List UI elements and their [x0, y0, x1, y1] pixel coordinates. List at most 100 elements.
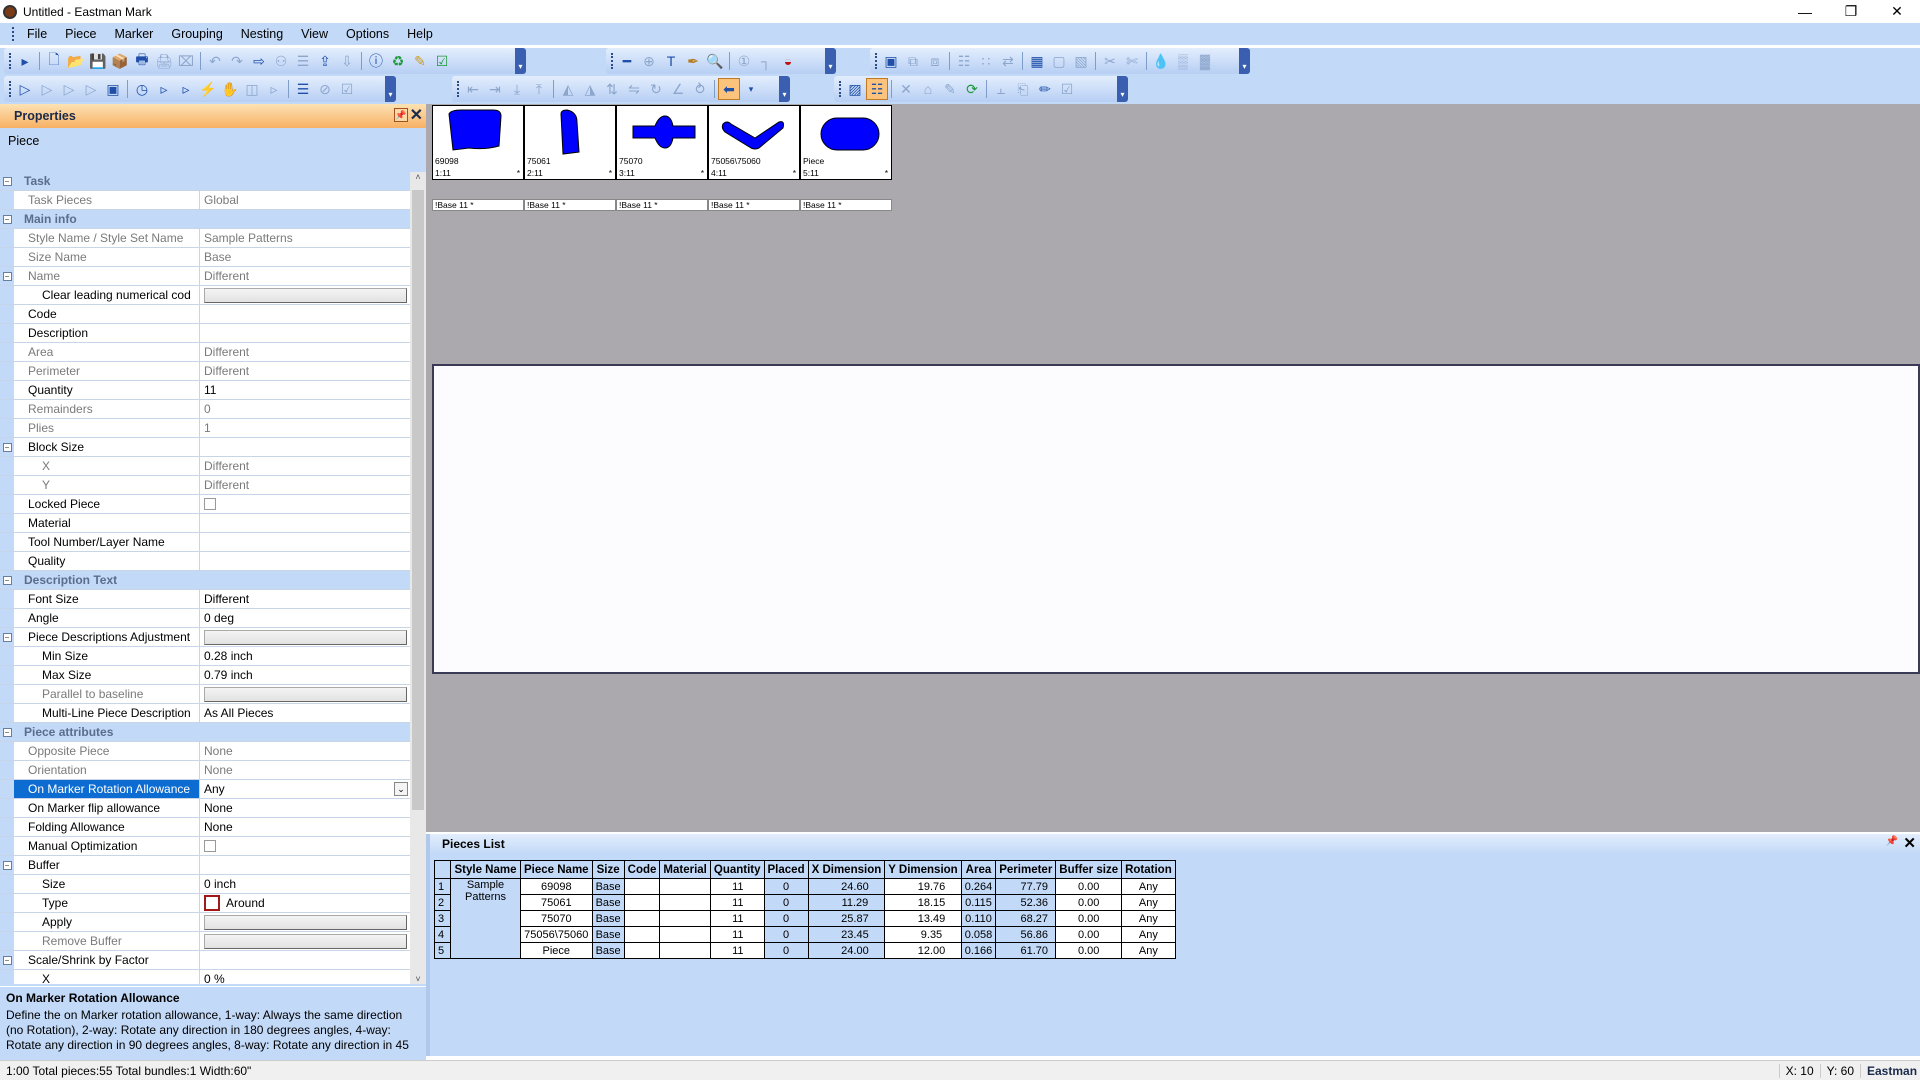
- play-stop-icon[interactable]: ▷: [36, 78, 58, 100]
- text-tool-icon[interactable]: T: [660, 50, 682, 72]
- cell-per[interactable]: 77.79: [995, 878, 1057, 895]
- frame-icon[interactable]: ▢: [1048, 50, 1070, 72]
- property-row[interactable]: Type Around: [0, 894, 410, 913]
- row-number[interactable]: 5: [434, 942, 451, 959]
- restore-button[interactable]: ❐: [1828, 0, 1874, 23]
- minimize-button[interactable]: —: [1782, 0, 1828, 23]
- color-swatch[interactable]: [204, 895, 220, 911]
- cell-area[interactable]: 0.264: [960, 878, 997, 895]
- table-row[interactable]: 4 75056\75060 Base 11 0 23.45 9.35 0.058 56.86 0.…: [434, 926, 1176, 943]
- save-icon[interactable]: 💾: [87, 50, 109, 72]
- cell-code[interactable]: [623, 910, 661, 927]
- collapse-icon[interactable]: −: [2, 955, 12, 965]
- property-row[interactable]: Apply: [0, 913, 410, 932]
- cell-placed[interactable]: 0: [763, 894, 809, 911]
- base-size-label[interactable]: !Base 11 *: [524, 199, 616, 211]
- check-edit-icon[interactable]: ☑: [1056, 78, 1078, 100]
- menu-help[interactable]: Help: [398, 27, 442, 41]
- fabric-settings-icon[interactable]: ▦: [1026, 50, 1048, 72]
- cell-size[interactable]: Base: [591, 942, 625, 959]
- cell-y[interactable]: 19.76: [884, 878, 962, 895]
- new-file-icon[interactable]: 🗋: [43, 50, 65, 72]
- pencil-line-icon[interactable]: ✏: [1034, 78, 1056, 100]
- column-header[interactable]: Area: [960, 860, 997, 879]
- open-folder-icon[interactable]: 📂: [65, 50, 87, 72]
- print-icon[interactable]: 🖶: [131, 50, 153, 72]
- angle-icon[interactable]: ∠: [667, 78, 689, 100]
- property-row[interactable]: X Different: [0, 457, 410, 476]
- toolbar-overflow[interactable]: ▾: [515, 48, 526, 74]
- property-action-button[interactable]: [204, 629, 407, 645]
- property-value[interactable]: Different: [199, 590, 410, 608]
- column-header[interactable]: Placed: [763, 860, 809, 879]
- cell-code[interactable]: [623, 942, 661, 959]
- cell-placed[interactable]: 0: [763, 878, 809, 895]
- property-row[interactable]: Orientation None: [0, 761, 410, 780]
- property-value[interactable]: 1: [199, 419, 410, 437]
- property-value[interactable]: As All Pieces: [199, 704, 410, 722]
- property-row[interactable]: On Marker Rotation Allowance Any ⌄: [0, 780, 410, 799]
- cell-qty[interactable]: 11: [709, 926, 765, 943]
- house-icon[interactable]: ⌂: [917, 78, 939, 100]
- scroll-thumb[interactable]: [412, 190, 424, 810]
- cell-buf[interactable]: 0.00: [1055, 894, 1123, 911]
- cell-piece[interactable]: Piece: [520, 942, 593, 959]
- table-row[interactable]: 1 Sample Patterns 69098 Base 11 0 24.60 19.76 0.…: [434, 878, 1176, 959]
- cell-area[interactable]: 0.115: [960, 894, 997, 911]
- toolbar-grip[interactable]: [875, 53, 877, 69]
- cell-code[interactable]: [623, 878, 661, 895]
- property-value[interactable]: [199, 495, 410, 513]
- bundle-settings-icon[interactable]: ☷: [866, 78, 888, 100]
- property-row[interactable]: Remainders 0: [0, 400, 410, 419]
- property-action-button[interactable]: [204, 933, 407, 949]
- piece-settings-icon[interactable]: ▨: [844, 78, 866, 100]
- redo-icon[interactable]: ↷: [226, 50, 248, 72]
- property-value[interactable]: None: [199, 799, 410, 817]
- property-value[interactable]: 0 inch: [199, 875, 410, 893]
- cut-icon[interactable]: ✂: [1099, 50, 1121, 72]
- property-row[interactable]: On Marker flip allowance None: [0, 799, 410, 818]
- zoom-icon[interactable]: 🔍: [704, 50, 726, 72]
- base-size-label[interactable]: !Base 11 *: [708, 199, 800, 211]
- select-arrow-icon[interactable]: ▸: [14, 50, 36, 72]
- piece-tile[interactable]: 75070 3:11 *: [616, 105, 708, 180]
- property-row[interactable]: Size 0 inch: [0, 875, 410, 894]
- property-row[interactable]: Max Size 0.79 inch: [0, 666, 410, 685]
- property-row[interactable]: − Block Size: [0, 438, 410, 457]
- cell-rot[interactable]: Any: [1121, 878, 1176, 895]
- step-icon[interactable]: ▷: [58, 78, 80, 100]
- property-row[interactable]: Min Size 0.28 inch: [0, 647, 410, 666]
- cell-piece[interactable]: 75070: [520, 910, 593, 927]
- wizard-icon[interactable]: ✎: [409, 50, 431, 72]
- group-icon[interactable]: ⧈: [924, 50, 946, 72]
- column-header[interactable]: Rotation: [1121, 860, 1176, 879]
- cell-y[interactable]: 9.35: [884, 926, 962, 943]
- open-package-icon[interactable]: 📦: [109, 50, 131, 72]
- property-row[interactable]: Quality: [0, 552, 410, 571]
- cell-rot[interactable]: Any: [1121, 942, 1176, 959]
- cell-y[interactable]: 18.15: [884, 894, 962, 911]
- cell-per[interactable]: 52.36: [995, 894, 1057, 911]
- cell-buf[interactable]: 0.00: [1055, 910, 1123, 927]
- property-row[interactable]: Description: [0, 324, 410, 343]
- property-value[interactable]: [199, 324, 410, 342]
- property-value[interactable]: 0 %: [199, 970, 410, 984]
- scheduled-run-icon[interactable]: ◷: [131, 78, 153, 100]
- menu-file[interactable]: File: [18, 27, 56, 41]
- menu-options[interactable]: Options: [337, 27, 398, 41]
- property-row[interactable]: Task Pieces Global: [0, 191, 410, 210]
- move-down-icon[interactable]: ⤓: [506, 78, 528, 100]
- menu-grip[interactable]: [12, 27, 14, 41]
- property-row[interactable]: Multi-Line Piece Description As All Piece…: [0, 704, 410, 723]
- close-button[interactable]: ✕: [1874, 0, 1920, 23]
- drops-icon[interactable]: ▒: [1172, 50, 1194, 72]
- property-value[interactable]: [199, 514, 410, 532]
- play-box-icon[interactable]: ▣: [102, 78, 124, 100]
- property-row[interactable]: X 0 %: [0, 970, 410, 984]
- menu-nesting[interactable]: Nesting: [232, 27, 292, 41]
- row-number[interactable]: 3: [434, 910, 451, 927]
- move-up-icon[interactable]: ⤒: [528, 78, 550, 100]
- property-row[interactable]: Manual Optimization: [0, 837, 410, 856]
- disable-icon[interactable]: ⊘: [314, 78, 336, 100]
- close-panel-icon[interactable]: ✕: [1903, 834, 1916, 852]
